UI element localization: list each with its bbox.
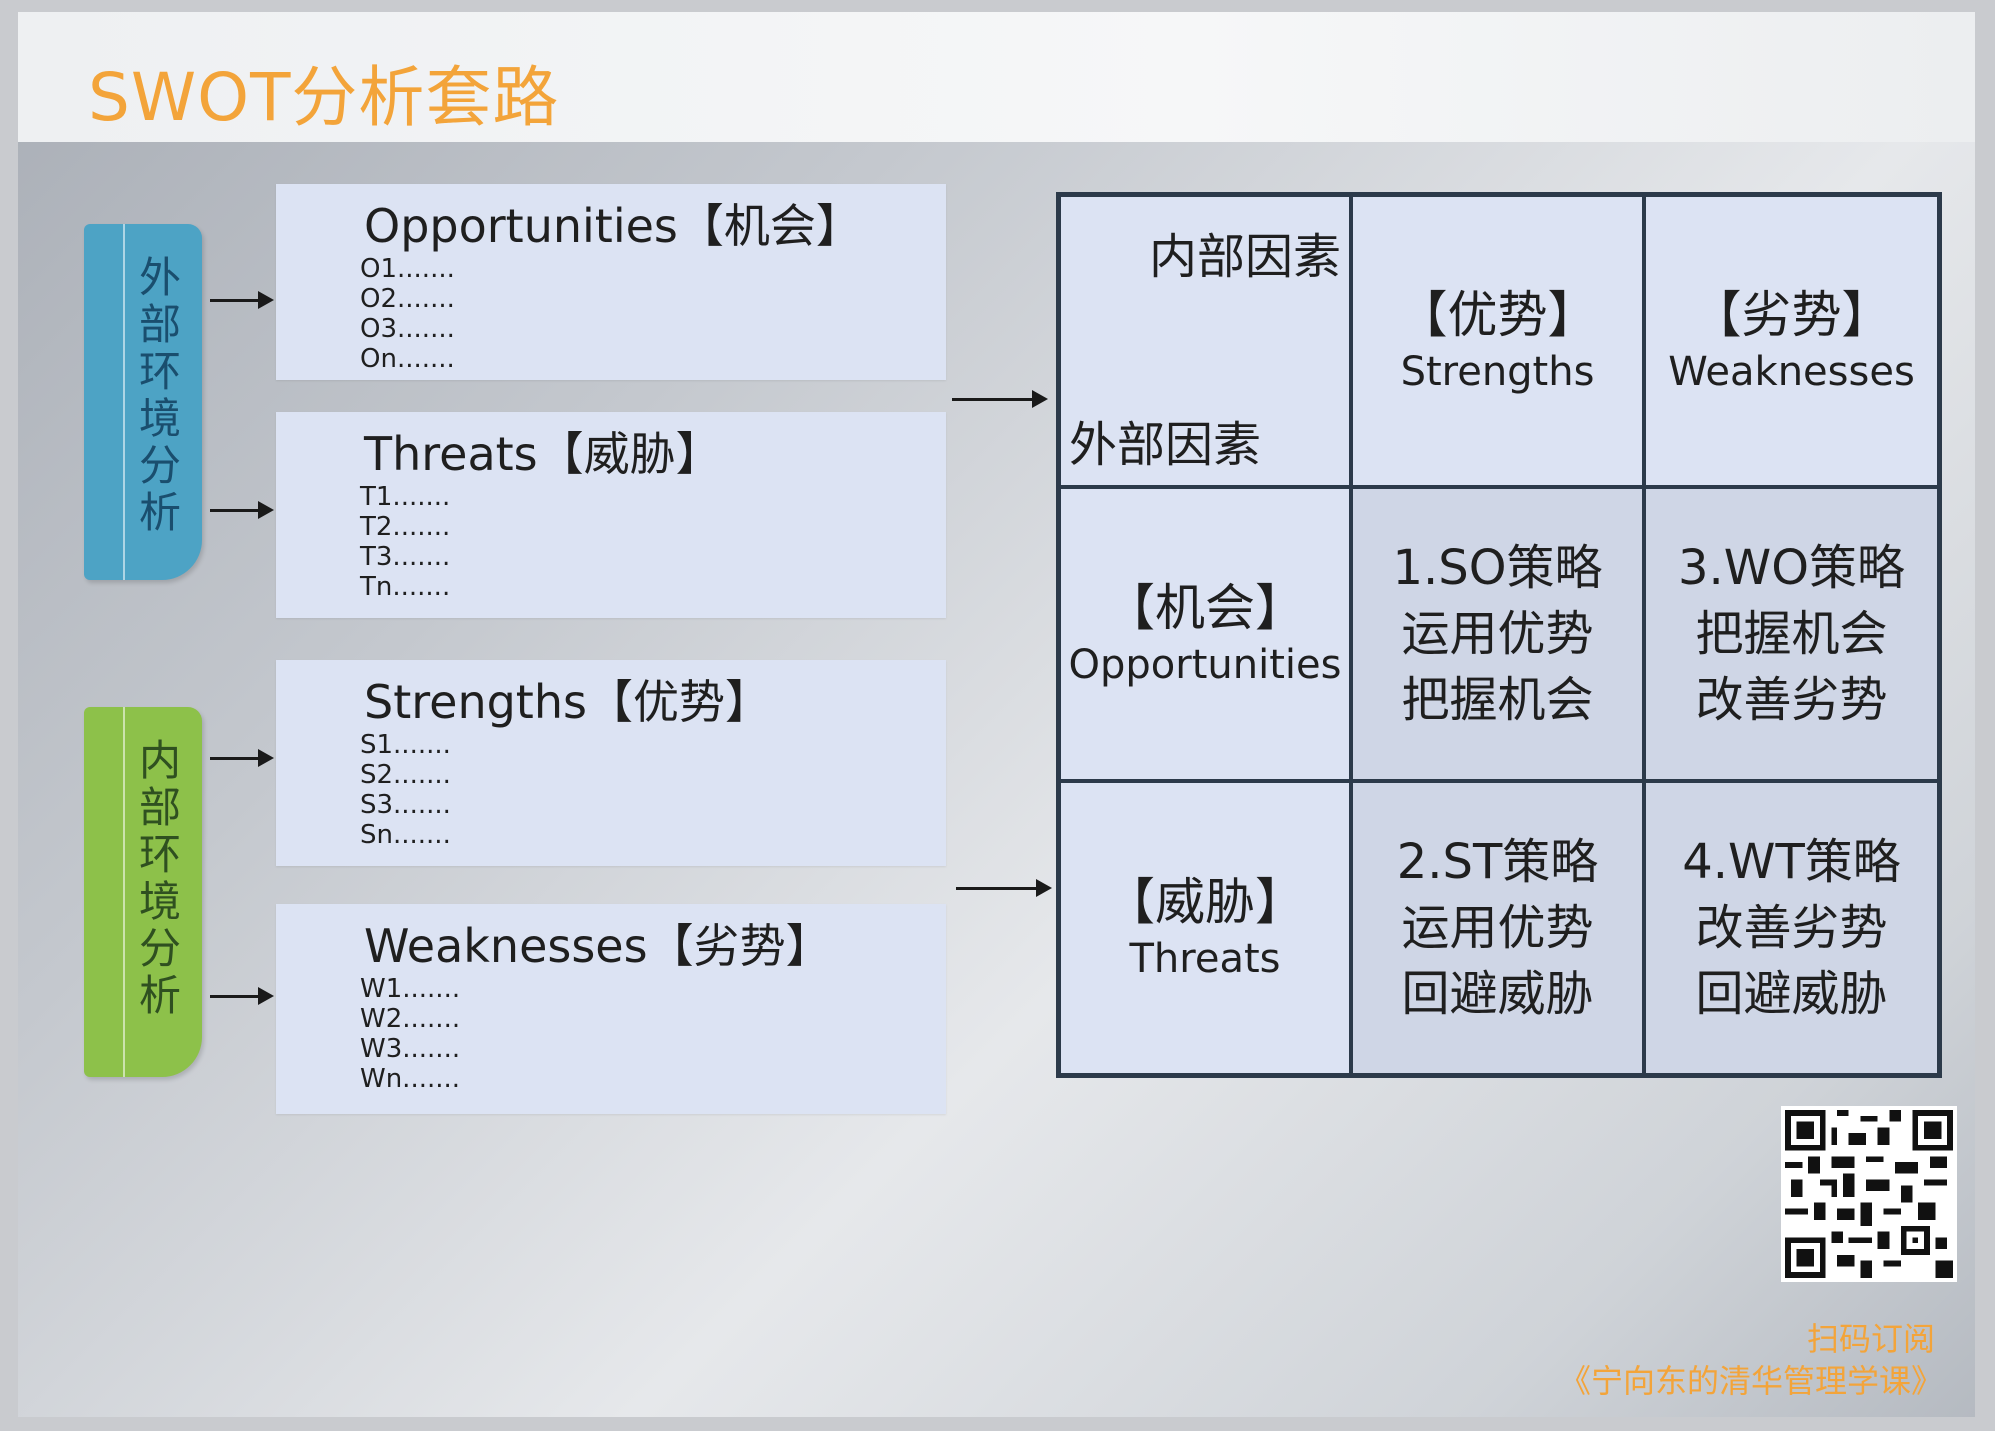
strategy-line: 3.WO策略: [1677, 540, 1906, 596]
label-char: 境: [138, 877, 181, 926]
arrow-right-icon: [210, 501, 274, 519]
label-char: 分: [138, 924, 181, 973]
strategy-line: 把握机会: [1695, 606, 1888, 662]
internal-label-text: 内 部 环 境 分 析: [120, 737, 200, 1019]
arrow-right-icon: [210, 987, 274, 1005]
label-char: 析: [138, 488, 181, 537]
internal-factors-label: 内部因素: [1148, 229, 1341, 285]
weaknesses-box: Weaknesses【劣势】 W1....... W2....... W3...…: [276, 904, 946, 1114]
list-item: S2.......: [360, 760, 451, 790]
box-heading: Strengths【优势】: [364, 675, 771, 729]
st-strategy-cell: 2.ST策略 运用优势 回避威胁: [1353, 783, 1642, 1073]
strategy-line: 把握机会: [1401, 672, 1594, 728]
header-en: Threats: [1129, 936, 1281, 982]
header-cn: 【威胁】: [1105, 873, 1305, 931]
header-en: Weaknesses: [1668, 349, 1915, 395]
opportunities-box: Opportunities【机会】 O1....... O2....... O3…: [276, 184, 946, 380]
header-en: Opportunities: [1068, 642, 1342, 688]
scan-caption: 扫码订阅: [1806, 1320, 1935, 1358]
strategy-line: 1.SO策略: [1392, 540, 1603, 596]
strategy-line: 改善劣势: [1695, 900, 1888, 956]
list-item: W3.......: [360, 1034, 461, 1064]
course-caption: 《宁向东的清华管理学课》: [1558, 1362, 1943, 1400]
label-char: 环: [138, 830, 181, 879]
label-char: 部: [138, 300, 181, 349]
box-items: T1....... T2....... T3....... Tn.......: [360, 482, 450, 602]
header-cn: 【劣势】: [1691, 286, 1892, 344]
strategy-line: 2.ST策略: [1396, 834, 1599, 890]
list-item: Wn.......: [360, 1064, 461, 1094]
arrow-right-icon: [210, 749, 274, 767]
arrow-right-icon: [952, 390, 1048, 408]
strategy-line: 回避威胁: [1401, 966, 1594, 1022]
strategy-line: 改善劣势: [1695, 672, 1888, 728]
box-heading: Weaknesses【劣势】: [364, 919, 832, 973]
wo-strategy-cell: 3.WO策略 把握机会 改善劣势: [1646, 489, 1937, 779]
arrow-right-icon: [956, 879, 1052, 897]
list-item: W1.......: [360, 974, 461, 1004]
box-items: S1....... S2....... S3....... Sn.......: [360, 730, 451, 850]
internal-environment-label: 内 部 环 境 分 析: [84, 707, 202, 1077]
box-heading: Threats【威胁】: [364, 427, 722, 481]
external-factors-label: 外部因素: [1069, 417, 1262, 473]
threats-box: Threats【威胁】 T1....... T2....... T3......…: [276, 412, 946, 618]
header-cn: 【优势】: [1397, 286, 1598, 344]
title-bar: SWOT分析套路: [18, 12, 1975, 142]
header-cn: 【机会】: [1105, 579, 1305, 637]
label-char: 部: [138, 783, 181, 832]
list-item: W2.......: [360, 1004, 461, 1034]
col-header-strengths: 【优势】 Strengths: [1353, 197, 1642, 485]
external-label-text: 外 部 环 境 分 析: [120, 254, 200, 536]
label-char: 析: [138, 971, 181, 1020]
so-strategy-cell: 1.SO策略 运用优势 把握机会: [1353, 489, 1642, 779]
strategy-line: 运用优势: [1401, 900, 1594, 956]
page-title: SWOT分析套路: [88, 59, 560, 136]
swot-matrix: 内部因素 外部因素 【优势】 Strengths 【劣势】 Weaknesses…: [1056, 192, 1942, 1078]
label-char: 内: [138, 736, 181, 785]
label-char: 境: [138, 394, 181, 443]
label-char: 环: [138, 347, 181, 396]
box-heading: Opportunities【机会】: [364, 199, 862, 253]
list-item: T3.......: [360, 542, 451, 572]
list-item: O1.......: [360, 254, 455, 284]
list-item: O2.......: [360, 284, 455, 314]
list-item: O3.......: [360, 314, 455, 344]
list-item: S1.......: [360, 730, 451, 760]
label-char: 分: [138, 441, 181, 490]
arrow-right-icon: [210, 291, 274, 309]
header-en: Strengths: [1400, 349, 1595, 395]
box-items: O1....... O2....... O3....... On.......: [360, 254, 455, 374]
list-item: T2.......: [360, 512, 451, 542]
strategy-line: 运用优势: [1401, 606, 1594, 662]
qr-code-icon[interactable]: [1781, 1106, 1957, 1282]
box-items: W1....... W2....... W3....... Wn.......: [360, 974, 460, 1094]
list-item: Sn.......: [360, 820, 451, 850]
strengths-box: Strengths【优势】 S1....... S2....... S3....…: [276, 660, 946, 866]
list-item: T1.......: [360, 482, 451, 512]
list-item: On.......: [360, 344, 455, 374]
label-char: 外: [138, 253, 181, 302]
strategy-line: 4.WT策略: [1682, 834, 1901, 890]
col-header-weaknesses: 【劣势】 Weaknesses: [1646, 197, 1937, 485]
row-header-opportunities: 【机会】 Opportunities: [1061, 489, 1349, 779]
strategy-line: 回避威胁: [1695, 966, 1888, 1022]
wt-strategy-cell: 4.WT策略 改善劣势 回避威胁: [1646, 783, 1937, 1073]
external-environment-label: 外 部 环 境 分 析: [84, 224, 202, 580]
slide: SWOT分析套路 外 部 环 境 分 析 内 部 环 境 分 析 Opportu…: [18, 12, 1975, 1417]
row-header-threats: 【威胁】 Threats: [1061, 783, 1349, 1073]
list-item: Tn.......: [360, 572, 451, 602]
matrix-corner: 内部因素 外部因素: [1061, 197, 1349, 485]
list-item: S3.......: [360, 790, 451, 820]
